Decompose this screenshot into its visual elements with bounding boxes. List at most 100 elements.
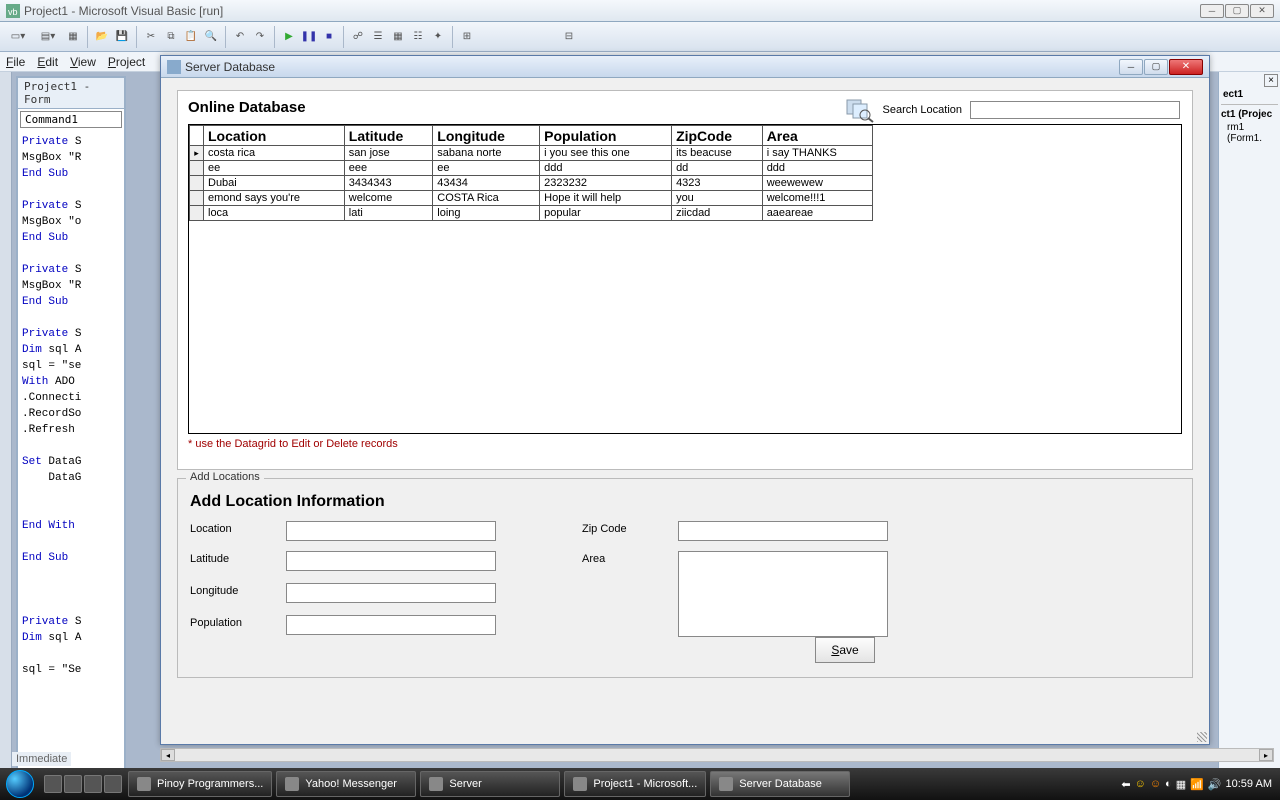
find-icon[interactable]: 🔍: [202, 28, 220, 46]
table-cell[interactable]: i say THANKS: [762, 146, 872, 161]
input-longitude[interactable]: [286, 583, 496, 603]
add-form-dropdown[interactable]: ▤▾: [34, 28, 62, 46]
redo-icon[interactable]: ↷: [251, 28, 269, 46]
tool1-icon[interactable]: ⊞: [458, 28, 476, 46]
tree-node-project[interactable]: ct1 (Projec: [1221, 107, 1278, 122]
tray-icon[interactable]: 📶: [1190, 778, 1204, 791]
table-cell[interactable]: 2323232: [540, 176, 672, 191]
taskbar-item[interactable]: Server Database: [710, 771, 850, 797]
copy-icon[interactable]: ⧉: [162, 28, 180, 46]
table-cell[interactable]: aaeareae: [762, 206, 872, 221]
table-cell[interactable]: costa rica: [204, 146, 345, 161]
taskbar-item[interactable]: Pinoy Programmers...: [128, 771, 272, 797]
dialog-close-button[interactable]: ✕: [1169, 59, 1203, 75]
tray-icon[interactable]: ▦: [1176, 778, 1186, 791]
table-cell[interactable]: sabana norte: [433, 146, 540, 161]
table-cell[interactable]: its beacuse: [672, 146, 763, 161]
table-cell[interactable]: 3434343: [344, 176, 432, 191]
table-row[interactable]: eeeeeeedddddddd: [190, 161, 873, 176]
table-cell[interactable]: i you see this one: [540, 146, 672, 161]
column-header[interactable]: Latitude: [344, 126, 432, 146]
ql-item[interactable]: [44, 775, 62, 793]
start-icon[interactable]: ▶: [280, 28, 298, 46]
table-cell[interactable]: loca: [204, 206, 345, 221]
table-cell[interactable]: ddd: [540, 161, 672, 176]
input-latitude[interactable]: [286, 551, 496, 571]
input-location[interactable]: [286, 521, 496, 541]
input-area[interactable]: [678, 551, 888, 637]
table-cell[interactable]: popular: [540, 206, 672, 221]
table-cell[interactable]: ddd: [762, 161, 872, 176]
h-scrollbar[interactable]: ◂ ▸: [160, 748, 1274, 762]
taskbar-item[interactable]: Project1 - Microsoft...: [564, 771, 706, 797]
form-layout-icon[interactable]: ▦: [389, 28, 407, 46]
tray-icon[interactable]: ☺: [1150, 778, 1161, 790]
break-icon[interactable]: ❚❚: [300, 28, 318, 46]
table-cell[interactable]: lati: [344, 206, 432, 221]
code-editor[interactable]: Project1 - Form Command1 Private S MsgBo…: [16, 76, 126, 796]
table-cell[interactable]: emond says you're: [204, 191, 345, 206]
dialog-maximize-button[interactable]: ▢: [1144, 59, 1168, 75]
tree-node-form[interactable]: rm1 (Form1.: [1221, 122, 1278, 144]
table-cell[interactable]: you: [672, 191, 763, 206]
code-text[interactable]: Private S MsgBox "R End Sub Private S Ms…: [18, 130, 124, 682]
object-combo[interactable]: Command1: [20, 111, 122, 128]
scroll-left-icon[interactable]: ◂: [161, 749, 175, 761]
menu-edit[interactable]: Edit: [37, 55, 58, 69]
table-cell[interactable]: 4323: [672, 176, 763, 191]
table-row[interactable]: Dubai34343434343423232324323weewewew: [190, 176, 873, 191]
table-cell[interactable]: welcome: [344, 191, 432, 206]
close-button[interactable]: ✕: [1250, 4, 1274, 18]
open-icon[interactable]: 📂: [93, 28, 111, 46]
tray-icon[interactable]: 🔊: [1208, 778, 1222, 791]
table-cell[interactable]: welcome!!!1: [762, 191, 872, 206]
table-row[interactable]: emond says you'rewelcomeCOSTA RicaHope i…: [190, 191, 873, 206]
menu-project[interactable]: Project: [108, 55, 145, 69]
table-cell[interactable]: COSTA Rica: [433, 191, 540, 206]
datagrid[interactable]: LocationLatitudeLongitudePopulationZipCo…: [188, 124, 1182, 434]
ql-item[interactable]: [64, 775, 82, 793]
ql-item[interactable]: [104, 775, 122, 793]
table-cell[interactable]: loing: [433, 206, 540, 221]
column-header[interactable]: Longitude: [433, 126, 540, 146]
ql-item[interactable]: [84, 775, 102, 793]
table-cell[interactable]: eee: [344, 161, 432, 176]
dialog-minimize-button[interactable]: ─: [1119, 59, 1143, 75]
column-header[interactable]: Area: [762, 126, 872, 146]
table-cell[interactable]: ee: [204, 161, 345, 176]
table-cell[interactable]: weewewew: [762, 176, 872, 191]
menu-file[interactable]: File: [6, 55, 25, 69]
minimize-button[interactable]: ─: [1200, 4, 1224, 18]
column-header[interactable]: ZipCode: [672, 126, 763, 146]
menu-view[interactable]: View: [70, 55, 96, 69]
input-zipcode[interactable]: [678, 521, 888, 541]
properties-icon[interactable]: ☰: [369, 28, 387, 46]
table-cell[interactable]: san jose: [344, 146, 432, 161]
table-cell[interactable]: Hope it will help: [540, 191, 672, 206]
cut-icon[interactable]: ✂: [142, 28, 160, 46]
search-input[interactable]: [970, 101, 1180, 119]
project-explorer-icon[interactable]: ☍: [349, 28, 367, 46]
object-browser-icon[interactable]: ☷: [409, 28, 427, 46]
table-row[interactable]: costa ricasan josesabana nortei you see …: [190, 146, 873, 161]
save-button[interactable]: Save: [815, 637, 875, 663]
clock[interactable]: 10:59 AM: [1226, 778, 1272, 790]
column-header[interactable]: Population: [540, 126, 672, 146]
project-explorer[interactable]: × ect1 ct1 (Projec rm1 (Form1.: [1218, 72, 1280, 800]
paste-icon[interactable]: 📋: [182, 28, 200, 46]
menu-editor-icon[interactable]: ▦: [64, 28, 82, 46]
tray-icon[interactable]: ☺: [1135, 778, 1146, 790]
panel-close-icon[interactable]: ×: [1264, 74, 1278, 87]
scroll-right-icon[interactable]: ▸: [1259, 749, 1273, 761]
toolbox-icon[interactable]: ✦: [429, 28, 447, 46]
add-project-dropdown[interactable]: ▭▾: [4, 28, 32, 46]
table-cell[interactable]: dd: [672, 161, 763, 176]
tray-icon[interactable]: ⬅: [1121, 778, 1130, 791]
end-icon[interactable]: ■: [320, 28, 338, 46]
maximize-button[interactable]: ▢: [1225, 4, 1249, 18]
start-button[interactable]: [0, 768, 40, 800]
taskbar-item[interactable]: Yahoo! Messenger: [276, 771, 416, 797]
table-cell[interactable]: ee: [433, 161, 540, 176]
table-cell[interactable]: ziicdad: [672, 206, 763, 221]
table-row[interactable]: localatiloingpopularziicdadaaeareae: [190, 206, 873, 221]
